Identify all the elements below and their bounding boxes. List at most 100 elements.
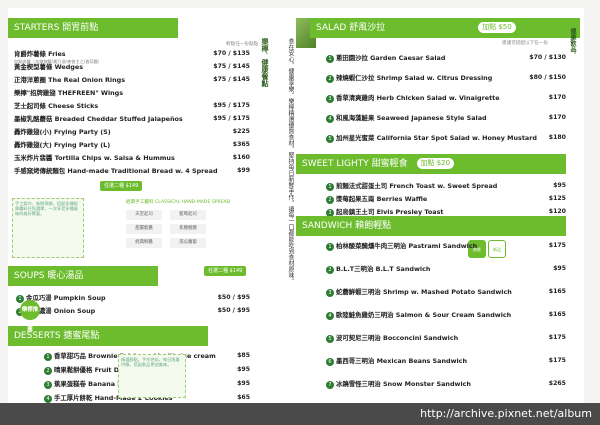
menu-item: 4 和風海藻鮭果 Seaweed Japanese Style Salad $170: [326, 112, 566, 124]
dish-name: 煎麵法式甜蛋土司: [336, 182, 388, 190]
menu-item: 黃金楔型薯條 Wedges $75 / $145: [14, 61, 250, 73]
dish-english-name: Elvis Presley Toast: [374, 208, 444, 216]
menu-item: 轟炸雞翅(小) Frying Party (S) $225: [14, 126, 250, 138]
sauce-option: 南瓜蘿蔔: [170, 238, 206, 248]
dish-name: 蔥田園沙拉: [336, 54, 368, 62]
dish-name: 歐陸鮭魚雞奶三明治: [336, 311, 394, 319]
dish-name: B.L.T三明治: [336, 265, 374, 273]
dish-english-name: Herb Chicken Salad w. Vinaigrette: [374, 94, 500, 102]
menu-item: 樂檸"招牌雞翅 THEFREEN" Wings: [14, 87, 250, 99]
dish-price: $75 / $145: [213, 76, 250, 83]
menu-item: 1 蔥田園沙拉 Garden Caesar Salad $70 / $130: [326, 52, 566, 64]
dish-price: $95: [237, 380, 250, 387]
dish-price: $85: [237, 352, 250, 359]
sauce-option: 藍莓起司: [170, 210, 206, 220]
dish-english-name: Pumpkin Soup: [51, 294, 106, 302]
dish-price: $80 / $150: [529, 74, 566, 81]
menu-item: 1 煎麵法式甜蛋土司 French Toast w. Sweet Spread $9…: [326, 180, 566, 192]
dish-name: 黃金楔型薯條: [14, 63, 53, 71]
dish-english-name: Wedges: [52, 63, 84, 71]
menu-item: 墨椒乳酪蘑菇 Breaded Cheddar Stuffed Jalapeños…: [14, 113, 250, 125]
menu-item: 4 歐陸鮭魚雞奶三明治 Salmon & Sour Cream Sandwich $…: [326, 309, 566, 321]
item-number-icon: 4: [326, 114, 334, 123]
menu-item: 2 漿莓起果五兩 Berries Waffle $125: [326, 193, 566, 205]
dish-english-name: California Star Spot Salad w. Honey Must…: [374, 134, 537, 142]
menu-item: 2洋蔥濃湯 Onion Soup$50 / $95: [16, 305, 250, 317]
dish-english-name: Snow Monster Sandwich: [380, 380, 471, 388]
item-number-icon: 3: [326, 288, 334, 297]
item-number-icon: 2: [326, 265, 334, 274]
section-title: SWEET LIGHTY 甜蜜輕食: [302, 159, 408, 169]
sauce-title: 經典手工醬料 CLASSICAL HAND-MADE SPREAD: [126, 200, 231, 205]
dish-name: 香草清爽雞肉: [336, 94, 375, 102]
item-number-icon: 2: [44, 366, 52, 375]
item-number-icon: 3: [44, 380, 52, 389]
dish-english-name: Pastrami Sandwich: [406, 242, 478, 250]
dish-price: $95 / $175: [213, 102, 250, 109]
dessert-promo-box: 精選甜點，手作烘焙，每日限量供應，搭配飲品更加美味。: [118, 354, 186, 398]
dish-price: $165: [548, 288, 566, 295]
dish-price: $95: [553, 182, 566, 189]
dish-price: $75 / $145: [213, 63, 250, 70]
dish-price: $95: [237, 366, 250, 373]
combo-label: 加點 $20: [416, 158, 455, 169]
dish-price: $225: [232, 128, 250, 135]
menu-item: 1 金瓜巧湯 Pumpkin Soup $50 / $95: [16, 292, 250, 304]
dish-name: 柏林酸菜醃燻牛肉三明治: [336, 242, 407, 250]
dish-price: $95 / $175: [213, 115, 250, 122]
dish-name: 墨椒乳酪蘑菇: [14, 115, 53, 123]
section-header-sandwich: SANDWICH 賴飽輕點: [296, 216, 566, 236]
item-number-icon: 5: [326, 134, 334, 143]
menu-page-right: SALAD 舒風沙拉 加點 $50 建議可搭配以下任一份 1 蔥田園沙拉 Gard…: [296, 8, 584, 420]
recommend-badge: 樂檸推薦: [20, 300, 40, 333]
sauce-option: 天堂起司: [126, 210, 162, 220]
section-header-starters: STARTERS 開胃前點: [8, 18, 178, 38]
combo-label: 加點 $50: [478, 22, 516, 33]
menu-item: 2 B.L.T三明治 B.L.T Sandwich $95: [326, 263, 566, 275]
dish-price: $125: [548, 195, 566, 202]
dish-price: $50 / $95: [217, 307, 250, 314]
dish-english-name: Bocconcini Sandwich: [380, 334, 459, 342]
promo-box: 手工製作，新鮮現做，搭配多種經典醬料任您選擇，一次享受多種風味的美好饗宴。: [12, 198, 84, 258]
vertical-title: 樂檸．健康餐點: [261, 38, 269, 87]
menu-item: 手感窯烤傳統麵包 Hand-made Traditional Bread w. …: [14, 165, 250, 177]
section-title: SALAD 舒風沙拉: [316, 23, 386, 33]
dish-name: 起烏鎮王土司: [336, 208, 375, 216]
dish-name: 蕉果蛋糕卷: [54, 380, 86, 388]
far-right-title: 健康飲品．: [569, 28, 576, 58]
section-header-salad: SALAD 舒風沙拉 加點 $50: [310, 18, 580, 38]
dish-name: 波可契尼三明治: [336, 334, 381, 342]
dish-name: 轟炸雞翅(大): [14, 141, 52, 149]
section-title: SANDWICH 賴飽輕點: [302, 221, 392, 231]
dish-name: 蛇蘑鮮蝦三明治: [336, 288, 381, 296]
dish-price: $70 / $130: [529, 54, 566, 61]
dish-name: 冰蹺雪怪三明治: [336, 380, 381, 388]
dish-english-name: The Real Onion Rings: [45, 76, 126, 84]
dish-english-name: Frying Party (S): [51, 128, 111, 136]
dish-price: $365: [232, 141, 250, 148]
menu-item: 正港洋蔥圈 The Real Onion Rings $75 / $145: [14, 74, 250, 86]
dish-english-name: French Toast w. Sweet Spread: [387, 182, 498, 190]
dish-name: 加州星光蜜菜: [336, 134, 375, 142]
menu-item: 3 蛇蘑鮮蝦三明治 Shrimp w. Mashed Potato Sandwic…: [326, 286, 566, 298]
menu-item: 6 墨西哥三明治 Mexican Beans Sandwich $175: [326, 355, 566, 367]
dish-price: $170: [548, 94, 566, 101]
dish-english-name: Frying Party (L): [51, 141, 111, 149]
menu-item: 轟炸雞翅(大) Frying Party (L) $365: [14, 139, 250, 151]
dish-english-name: Seaweed Japanese Style Salad: [374, 114, 487, 122]
combo-label: 任選二種 $149: [204, 266, 247, 276]
url-footer: http://archive.pixnet.net/album: [0, 403, 600, 425]
dish-price: $175: [548, 357, 566, 364]
dish-english-name: Salmon & Sour Cream Sandwich: [393, 311, 512, 319]
dish-name: 正港洋蔥圈: [14, 76, 46, 84]
dish-price: $170: [548, 114, 566, 121]
menu-page-left: STARTERS 開胃前點 輕點任一份點點 肯爵炸薯條 Fries $70 / $…: [8, 8, 296, 420]
item-number-icon: 3: [326, 94, 334, 103]
sauce-option: 經典鮮醬: [126, 238, 162, 248]
item-number-icon: 1: [326, 182, 334, 191]
dish-name: 玉米炸片翡醬: [14, 154, 53, 162]
dish-english-name: Onion Soup: [51, 307, 96, 315]
combo-label: 任選二種 $149: [100, 181, 143, 191]
dish-name: 香草甜巧品: [54, 352, 86, 360]
dish-english-name: Garden Caesar Salad: [367, 54, 446, 62]
